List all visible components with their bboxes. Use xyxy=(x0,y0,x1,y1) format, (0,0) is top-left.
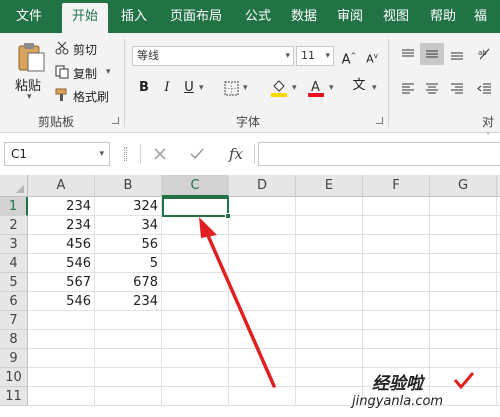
excel-window: 文件 开始 插入 页面布局 公式 数据 审阅 视图 帮助 福 粘贴 ▾ 剪切 复… xyxy=(0,0,500,417)
watermark-title: 经验啦 xyxy=(372,374,423,394)
checkmark-logo-icon xyxy=(453,372,475,390)
annotation-arrow xyxy=(199,217,276,388)
watermark-url: jingyanla.com xyxy=(352,394,444,409)
